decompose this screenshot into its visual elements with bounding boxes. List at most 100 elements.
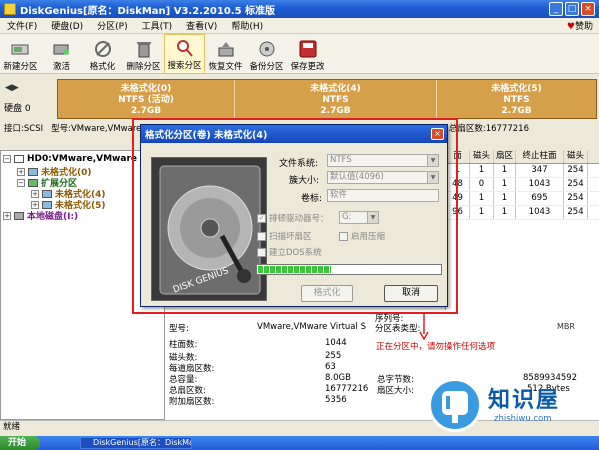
taskbar: 开始 DiskGenius[原名：DiskMa — [0, 436, 599, 450]
table-cell: 347 — [516, 164, 564, 177]
activate-button[interactable]: 激活 — [41, 34, 82, 74]
backup-icon — [257, 40, 277, 58]
cluster-select[interactable]: 默认值(4096) ▼ — [327, 171, 439, 184]
magnifier-icon — [175, 39, 195, 57]
detail-value: 16777216 — [325, 384, 369, 394]
tree-item-label: 本地磁盘(I:) — [27, 212, 79, 222]
activate-icon — [52, 40, 72, 58]
partition-fs: NTFS — [503, 95, 530, 105]
extended-partition-icon — [28, 178, 38, 187]
cancel-button[interactable]: 取消 — [384, 285, 438, 302]
column-header: 磁头 — [564, 150, 588, 163]
delete-partition-button[interactable]: 删除分区 — [123, 34, 164, 74]
create-dos-checkbox[interactable]: 建立DOS系统 — [257, 246, 322, 258]
recover-files-label: 恢复文件 — [208, 62, 243, 72]
detail-value: 63 — [325, 362, 336, 372]
table-cell: 1 — [494, 192, 516, 205]
menu-help[interactable]: 帮助(H) — [224, 19, 270, 32]
partition-fs: NTFS — [322, 95, 349, 105]
format-dialog: 格式化分区(卷) 未格式化(4) × DISK GENIUS 文件系统: NTF… — [140, 124, 448, 307]
expand-icon[interactable]: + — [3, 211, 11, 220]
trash-icon — [134, 40, 154, 58]
format-button-dialog[interactable]: 格式化 — [301, 285, 353, 302]
partition-bar: 未格式化(0) NTFS (活动) 2.7GB 未格式化(4) NTFS 2.7… — [57, 79, 597, 119]
interface-text: 接口:SCSI — [4, 124, 44, 134]
toolbar: 新建分区 激活 格式化 删除分区 搜索分区 恢复文件 备份分区 保存更改 — [0, 34, 599, 74]
backup-partition-button[interactable]: 备份分区 — [246, 34, 287, 74]
search-partition-button[interactable]: 搜索分区 — [164, 34, 205, 74]
partition-fs: NTFS (活动) — [118, 95, 174, 105]
volume-input[interactable]: 软件 — [327, 189, 439, 202]
watermark: 知识屋 zhishiwu.com — [420, 376, 599, 436]
partition-segment[interactable]: 未格式化(5) NTFS 2.7GB — [437, 80, 596, 118]
sponsor-link[interactable]: ♥赞助 — [560, 19, 599, 32]
checkbox-icon: ✓ — [257, 213, 266, 223]
partition-name: 未格式化(0) — [120, 84, 172, 94]
chevron-down-icon: ▼ — [427, 172, 438, 183]
save-changes-button[interactable]: 保存更改 — [287, 34, 328, 74]
table-cell: 1 — [470, 206, 494, 219]
close-button[interactable]: × — [581, 2, 595, 16]
minimize-button[interactable]: _ — [549, 2, 563, 16]
menu-view[interactable]: 查看(V) — [179, 19, 224, 32]
detail-value: 5356 — [325, 395, 347, 405]
checkbox-label: 建立DOS系统 — [269, 248, 322, 258]
start-button[interactable]: 开始 — [0, 436, 40, 450]
expand-icon[interactable]: + — [17, 167, 25, 176]
detail-value: 1044 — [325, 338, 347, 348]
table-row[interactable]: 1 1 1 347 254 — [446, 164, 599, 178]
recover-files-button[interactable]: 恢复文件 — [205, 34, 246, 74]
volume-value: 软件 — [330, 190, 348, 200]
table-row[interactable]: 49 1 1 695 254 — [446, 192, 599, 206]
menu-bar: 文件(F) 硬盘(D) 分区(P) 工具(T) 查看(V) 帮助(H) ♥赞助 — [0, 18, 599, 34]
detail-label: 分区表类型: — [375, 324, 421, 334]
table-cell: 1 — [494, 164, 516, 177]
hard-disk-icon — [14, 155, 24, 163]
collapse-icon[interactable]: − — [3, 155, 11, 163]
checkbox-label: 扫描坏扇区 — [269, 232, 312, 242]
driver-letter-checkbox[interactable]: ✓ 排顿驱动器号： — [257, 212, 329, 224]
expand-icon[interactable]: + — [31, 200, 39, 209]
scan-bad-sectors-checkbox[interactable]: 扫描坏扇区 — [257, 230, 312, 242]
disk-map: ◀▶ 硬盘 0 未格式化(0) NTFS (活动) 2.7GB 未格式化(4) … — [0, 75, 599, 121]
local-disk-icon — [14, 211, 24, 220]
taskbar-app[interactable]: DiskGenius[原名：DiskMa — [80, 437, 192, 449]
expand-icon[interactable]: + — [31, 189, 39, 198]
checkbox-icon — [339, 231, 348, 241]
maximize-button[interactable]: □ — [565, 2, 579, 16]
menu-file[interactable]: 文件(F) — [0, 19, 44, 32]
save-changes-label: 保存更改 — [290, 62, 325, 72]
column-header: 磁头 — [470, 150, 494, 163]
new-partition-button[interactable]: 新建分区 — [0, 34, 41, 74]
enable-compression-checkbox[interactable]: 启用压缩 — [339, 230, 385, 242]
driver-letter-select[interactable]: G: ▼ — [339, 211, 379, 224]
collapse-icon[interactable]: − — [17, 178, 25, 187]
table-header: 面 磁头 扇区 终止柱面 磁头 — [446, 150, 599, 164]
table-cell: 1 — [494, 178, 516, 191]
menu-tools[interactable]: 工具(T) — [135, 19, 180, 32]
partition-table: 面 磁头 扇区 终止柱面 磁头 1 1 1 347 254 48 0 1 104… — [445, 150, 599, 310]
driver-letter-value: G: — [342, 212, 352, 222]
menu-disk[interactable]: 硬盘(D) — [44, 19, 90, 32]
detail-value: MBR — [557, 322, 575, 331]
format-button[interactable]: 格式化 — [82, 34, 123, 74]
table-row[interactable]: 96 1 1 1043 254 — [446, 206, 599, 220]
detail-label: 附加扇区数: — [169, 397, 215, 407]
table-row[interactable]: 48 0 1 1043 254 — [446, 178, 599, 192]
watermark-name: 知识屋 — [488, 388, 561, 413]
partition-size: 2.7GB — [130, 106, 162, 116]
disk-nav-arrows[interactable]: ◀▶ — [5, 83, 19, 93]
hard-drive-image: DISK GENIUS — [151, 157, 267, 301]
tree-item-local-disk[interactable]: + 本地磁盘(I:) — [3, 209, 78, 222]
fs-select[interactable]: NTFS ▼ — [327, 154, 439, 167]
table-cell: 695 — [516, 192, 564, 205]
dialog-close-button[interactable]: × — [431, 128, 444, 140]
title-bar: DiskGenius[原名：DiskMan] V3.2.2010.5 标准版 _… — [0, 0, 599, 18]
detail-value: 8.0GB — [325, 373, 351, 383]
menu-partition[interactable]: 分区(P) — [90, 19, 134, 32]
fs-value: NTFS — [330, 155, 352, 165]
partition-segment[interactable]: 未格式化(4) NTFS 2.7GB — [235, 80, 437, 118]
save-icon — [298, 40, 318, 58]
partition-segment[interactable]: 未格式化(0) NTFS (活动) 2.7GB — [58, 80, 235, 118]
cluster-label: 簇大小: — [289, 176, 320, 186]
